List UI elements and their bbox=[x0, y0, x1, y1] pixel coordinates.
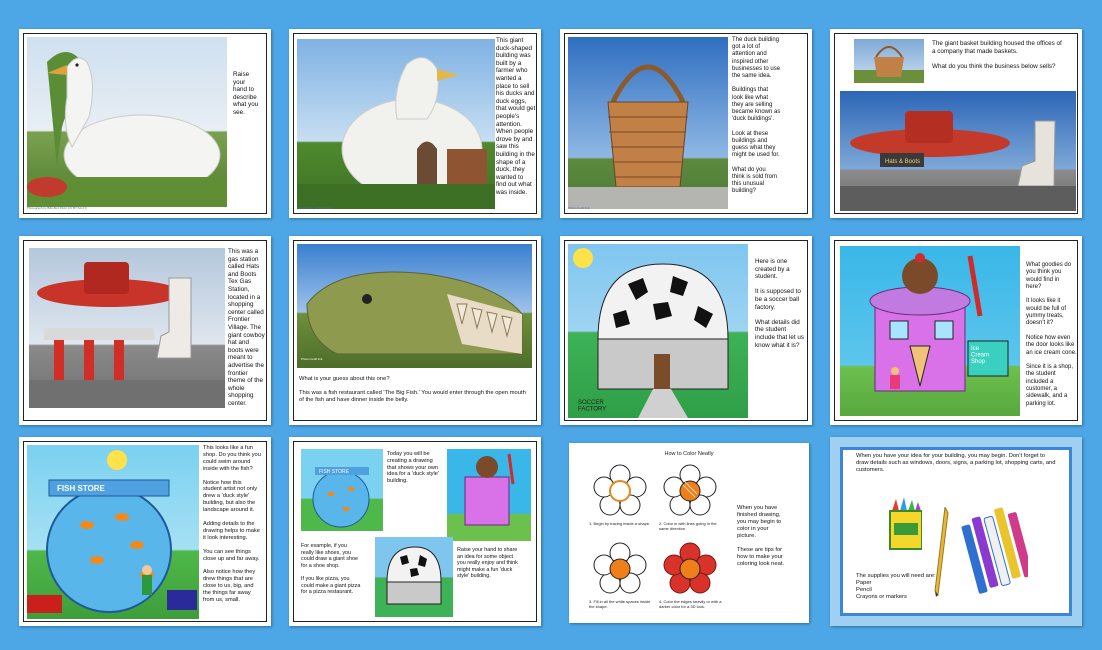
fish-store-drawing: FISH STORE bbox=[27, 445, 199, 619]
color-step-2: 2. Color in with lines going in the same… bbox=[659, 463, 721, 535]
slide-text: What is your guess about this one? This … bbox=[299, 376, 526, 403]
supply-item: Crayons or markers bbox=[856, 594, 907, 600]
slide-text: This giant duck-shaped building was buil… bbox=[496, 37, 536, 196]
slide-3-basket-building[interactable]: The duck building got a lot of attention… bbox=[560, 29, 812, 218]
slide-9-fish-store[interactable]: FISH STORE This looks like a fun shop. D… bbox=[19, 437, 271, 626]
color-step-4: 4. Color the edges heavily or with a dar… bbox=[659, 541, 721, 613]
slide-4-hats-boots[interactable]: The giant basket building housed the off… bbox=[830, 29, 1082, 218]
flower-outline-icon bbox=[593, 464, 647, 516]
slide-10-your-idea[interactable]: FISH STORE Today you will be creating a … bbox=[289, 437, 541, 626]
slide-text-b: For example, if you really like shoes, y… bbox=[301, 543, 361, 596]
slide-1-duck-photo[interactable]: Raise your hand to describe what you see… bbox=[19, 29, 271, 218]
slide-8-ice-cream-shop[interactable]: Ice Cream Shop What goodies do you think y… bbox=[830, 236, 1082, 425]
photo-credit[interactable]: Photo credit link bbox=[568, 206, 589, 210]
fish-store-thumb-sign: FISH STORE bbox=[319, 469, 350, 475]
ice-cream-shop-drawing: Ice Cream Shop bbox=[840, 246, 1020, 416]
color-guide-title: How to Color Neatly bbox=[664, 451, 714, 457]
slide-5-gas-station[interactable]: This was a gas station called Hats and B… bbox=[19, 236, 271, 425]
crayons-box-icon bbox=[888, 497, 922, 551]
slide-text: Here is one created by a student. It is … bbox=[755, 258, 805, 349]
color-step-1: 1. Begin by tracing inside a shape. bbox=[589, 463, 651, 535]
gas-station-photo bbox=[29, 248, 225, 408]
photo-credit[interactable]: Photo credit link bbox=[301, 357, 322, 361]
soccer-thumb bbox=[375, 537, 453, 617]
fish-store-sign: FISH STORE bbox=[57, 484, 106, 493]
basket-building-photo bbox=[568, 37, 728, 209]
duck-building-photo bbox=[27, 37, 227, 207]
basket-thumb-photo bbox=[854, 39, 924, 83]
soccer-factory-sign: SOCCER FACTORY bbox=[578, 400, 606, 413]
slide-6-big-fish[interactable]: Photo credit link What is your guess abo… bbox=[289, 236, 541, 425]
slide-text: When you have finished drawing, you may … bbox=[737, 505, 785, 567]
slide-11-how-to-color[interactable]: How to Color Neatly 1. Begin by tracing … bbox=[569, 443, 809, 623]
flower-filled-icon bbox=[593, 542, 647, 594]
big-fish-photo bbox=[297, 244, 532, 368]
hats-boots-sign: Hats & Boots bbox=[885, 159, 920, 165]
slide-text-c: Raise your hand to share an idea for som… bbox=[457, 547, 518, 580]
step-caption: 4. Color the edges heavily or with a dar… bbox=[659, 599, 722, 609]
hats-boots-photo: Hats & Boots bbox=[840, 91, 1076, 211]
step-caption: 1. Begin by tracing inside a shape. bbox=[589, 521, 651, 526]
slide-text-a: Today you will be creating a drawing tha… bbox=[387, 451, 439, 485]
slide-text: This looks like a fun shop. Do you think… bbox=[203, 445, 261, 603]
slide-2-duck-story[interactable]: This giant duck-shaped building was buil… bbox=[289, 29, 541, 218]
slide-text: The giant basket building housed the off… bbox=[932, 40, 1062, 70]
big-duck-photo bbox=[297, 39, 495, 209]
photo-credit[interactable]: Photograph by Bills Bird Flickr CC BY-SA… bbox=[27, 206, 87, 210]
slide-text: The duck building got a lot of attention… bbox=[732, 37, 781, 195]
slide-text: Raise your hand to describe what you see… bbox=[233, 71, 259, 116]
color-step-3: 3. Fill in all the white spaces inside t… bbox=[589, 541, 651, 613]
step-caption: 3. Fill in all the white spaces inside t… bbox=[589, 599, 651, 609]
slide-7-soccer-factory[interactable]: SOCCER FACTORY Here is one created by a s… bbox=[560, 236, 812, 425]
ice-cream-thumb bbox=[447, 449, 531, 541]
soccer-factory-drawing: SOCCER FACTORY bbox=[568, 244, 748, 418]
fish-store-thumb: FISH STORE bbox=[301, 449, 383, 531]
flower-striped-icon bbox=[663, 464, 717, 516]
step-caption: 2. Color in with lines going in the same… bbox=[659, 521, 717, 531]
flower-3d-icon bbox=[663, 542, 717, 594]
slide-12-supplies[interactable]: When you have your idea for your buildin… bbox=[830, 437, 1082, 626]
color-steps-grid: 1. Begin by tracing inside a shape. 2. C… bbox=[583, 463, 727, 615]
photo-credit: Photo in the public domain bbox=[297, 206, 333, 210]
slide-text: When you have your idea for your buildin… bbox=[856, 453, 1056, 473]
slide-text: What goodies do you think you would find… bbox=[1026, 262, 1077, 407]
slide-text: This was a gas station called Hats and B… bbox=[228, 248, 265, 407]
